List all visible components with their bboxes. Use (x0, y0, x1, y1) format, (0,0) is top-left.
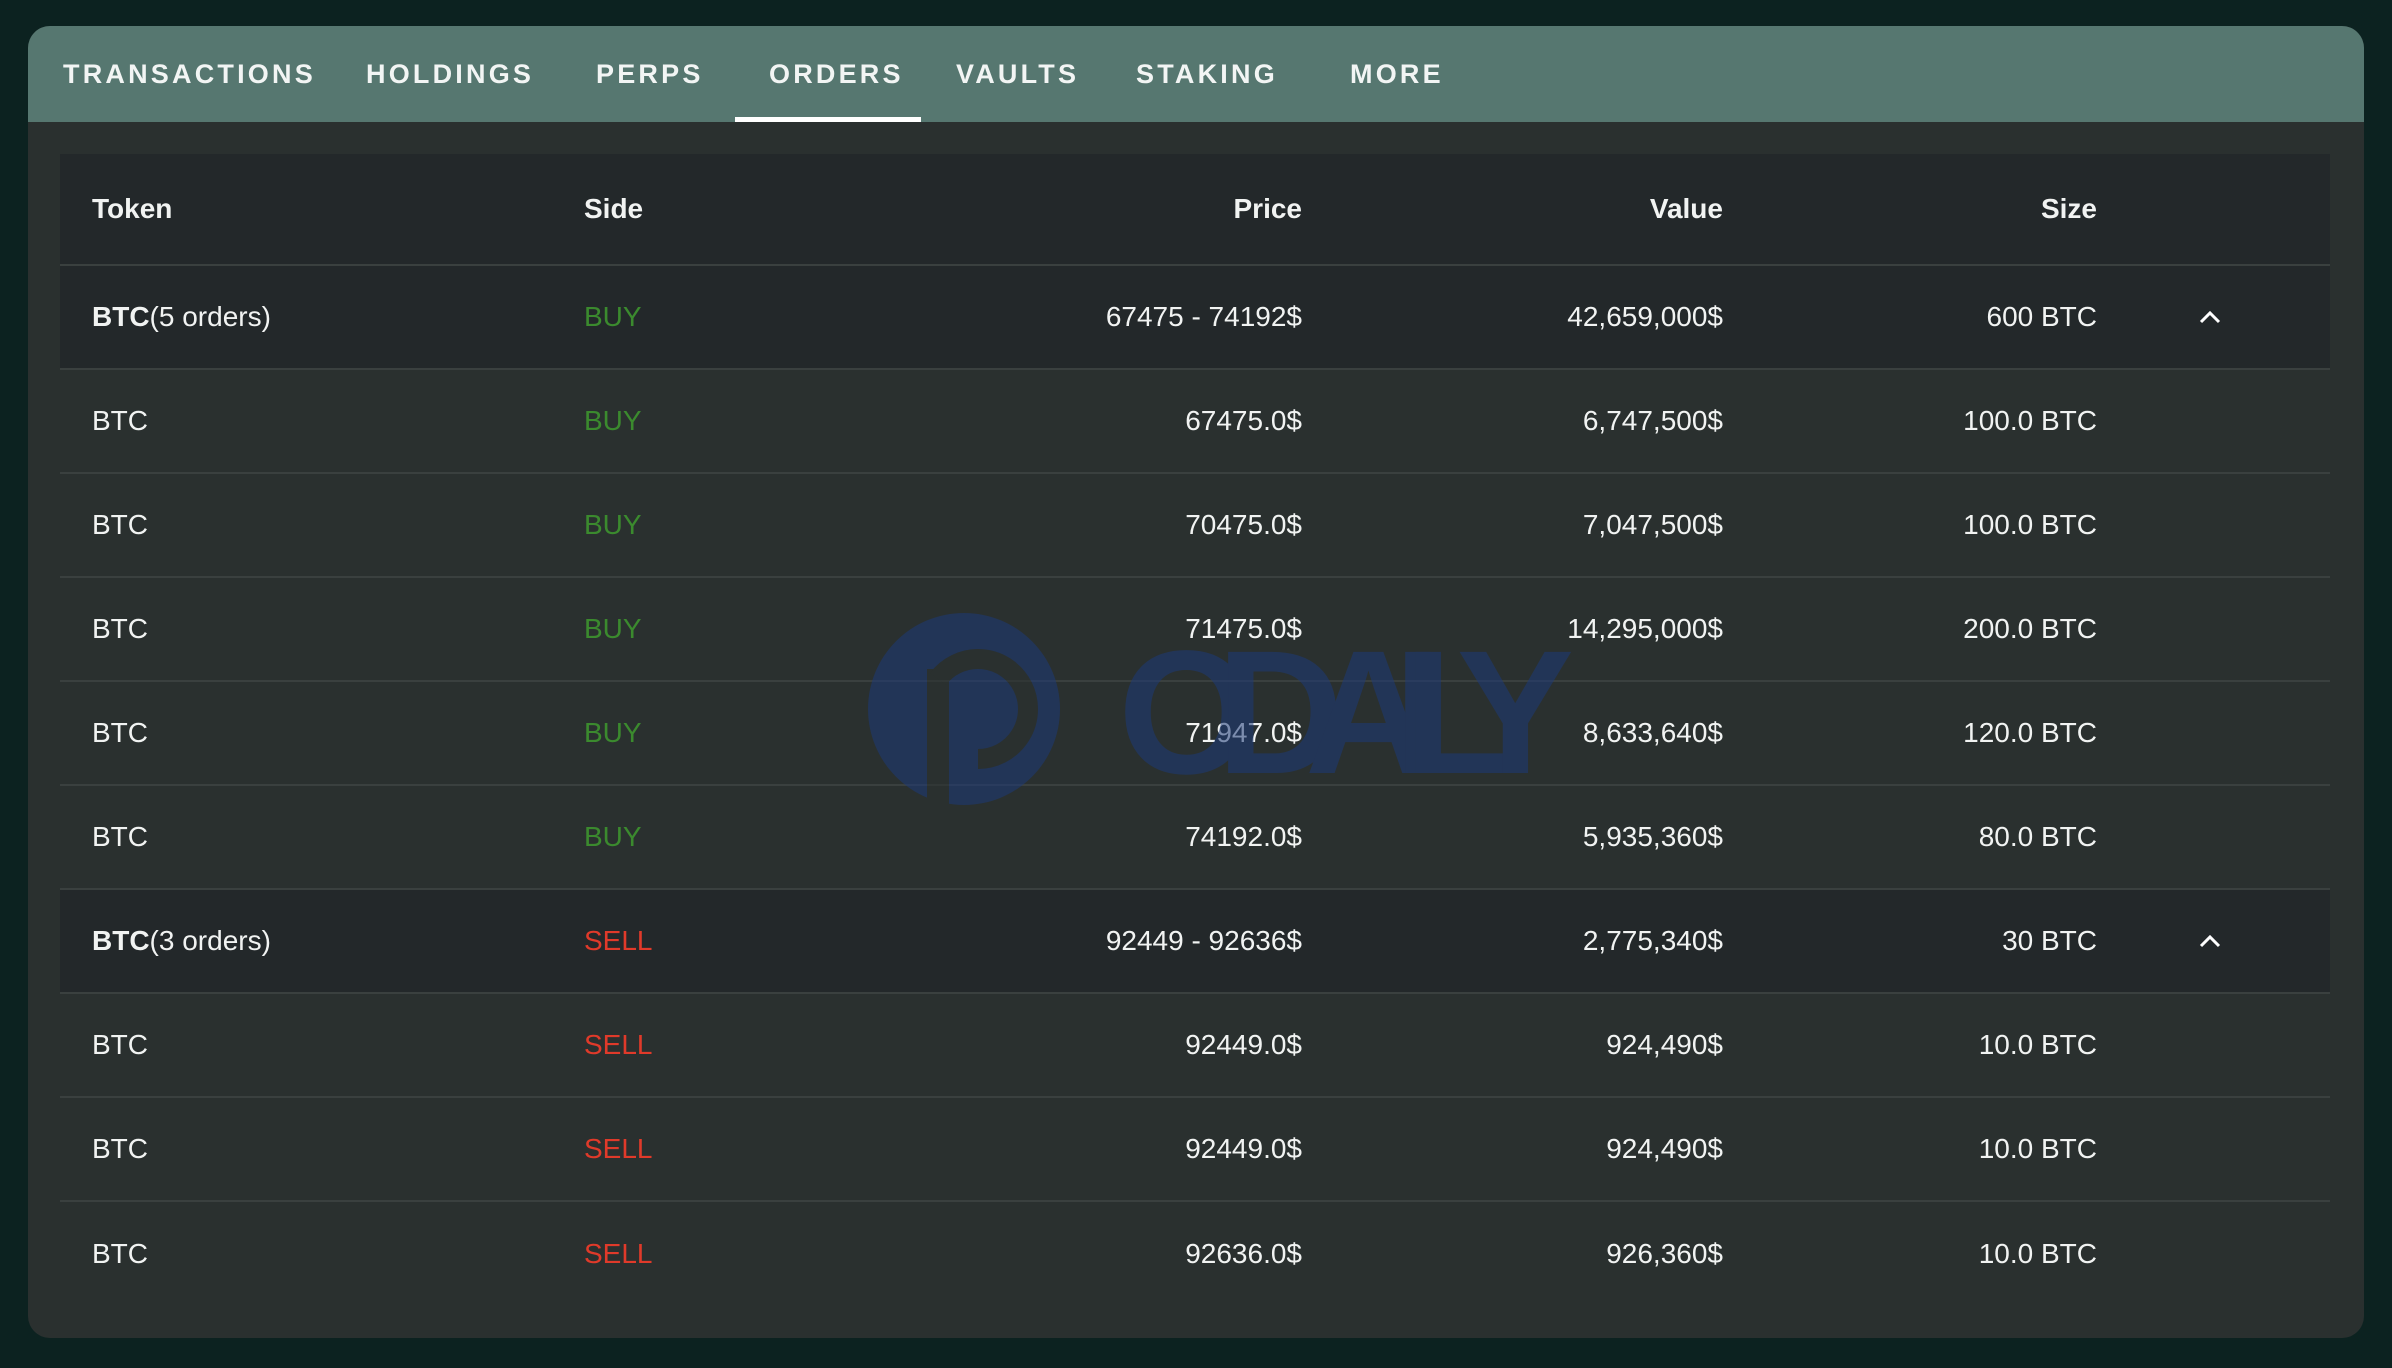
tab-orders[interactable]: ORDERS (769, 26, 904, 122)
order-token: BTC (92, 821, 148, 852)
tab-bar: TRANSACTIONS HOLDINGS PERPS ORDERS VAULT… (28, 26, 2364, 122)
group-value: 2,775,340$ (1582, 925, 1723, 956)
tab-holdings[interactable]: HOLDINGS (366, 26, 534, 122)
column-header-price: Price (1233, 193, 1303, 224)
order-side: SELL (584, 1133, 653, 1164)
group-token-symbol: BTC (92, 301, 150, 332)
tab-transactions[interactable]: TRANSACTIONS (63, 26, 316, 122)
order-price: 92449.0$ (1185, 1029, 1302, 1060)
active-tab-indicator (735, 117, 921, 122)
tab-more[interactable]: MORE (1350, 26, 1444, 122)
order-token: BTC (92, 717, 148, 748)
chevron-up-icon[interactable] (2190, 890, 2230, 992)
order-price: 71475.0$ (1185, 613, 1302, 644)
order-row: BTC SELL 92449.0$ 924,490$ 10.0 BTC (60, 1098, 2330, 1202)
tab-staking[interactable]: STAKING (1136, 26, 1278, 122)
column-header-token: Token (92, 193, 173, 224)
column-header-side: Side (584, 193, 644, 224)
order-value: 6,747,500$ (1582, 405, 1723, 436)
order-value: 924,490$ (1606, 1133, 1723, 1164)
order-value: 924,490$ (1606, 1029, 1723, 1060)
order-row: BTC SELL 92636.0$ 926,360$ 10.0 BTC (60, 1202, 2330, 1306)
order-size: 80.0 BTC (1978, 821, 2097, 852)
order-group-row[interactable]: BTC (3 orders) SELL 92449 - 92636$ 2,775,… (60, 890, 2330, 994)
order-token: BTC (92, 405, 148, 436)
order-price: 92449.0$ (1185, 1133, 1302, 1164)
group-order-count: (5 orders) (149, 301, 271, 332)
order-size: 10.0 BTC (1978, 1238, 2097, 1269)
order-value: 7,047,500$ (1582, 509, 1723, 540)
order-token: BTC (92, 509, 148, 540)
order-token: BTC (92, 613, 148, 644)
group-token: BTC (5 orders) (92, 266, 271, 368)
order-side: SELL (584, 1029, 653, 1060)
group-side: BUY (584, 301, 642, 332)
order-value: 926,360$ (1606, 1238, 1723, 1269)
order-value: 5,935,360$ (1582, 821, 1723, 852)
orders-panel: TRANSACTIONS HOLDINGS PERPS ORDERS VAULT… (28, 26, 2364, 1338)
group-size: 600 BTC (1986, 301, 2098, 332)
group-size: 30 BTC (2002, 925, 2097, 956)
order-price: 67475.0$ (1185, 405, 1302, 436)
group-value: 42,659,000$ (1567, 301, 1723, 332)
order-side: SELL (584, 1238, 653, 1269)
order-size: 100.0 BTC (1963, 509, 2097, 540)
order-token: BTC (92, 1133, 148, 1164)
order-size: 10.0 BTC (1978, 1133, 2097, 1164)
order-side: BUY (584, 821, 642, 852)
orders-table: Token Side Price Value Size BTC (5 orders… (60, 154, 2330, 1306)
order-side: BUY (584, 613, 642, 644)
order-row: BTC BUY 74192.0$ 5,935,360$ 80.0 BTC (60, 786, 2330, 890)
group-token-symbol: BTC (92, 925, 150, 956)
order-row: BTC BUY 71475.0$ 14,295,000$ 200.0 BTC (60, 578, 2330, 682)
order-side: BUY (584, 509, 642, 540)
group-token: BTC (3 orders) (92, 890, 271, 992)
order-token: BTC (92, 1238, 148, 1269)
order-price: 74192.0$ (1185, 821, 1302, 852)
order-value: 14,295,000$ (1567, 613, 1723, 644)
column-header-value: Value (1649, 193, 1723, 224)
group-price-range: 92449 - 92636$ (1105, 925, 1302, 956)
group-price-range: 67475 - 74192$ (1105, 301, 1302, 332)
order-token: BTC (92, 1029, 148, 1060)
order-row: BTC BUY 70475.0$ 7,047,500$ 100.0 BTC (60, 474, 2330, 578)
order-row: BTC BUY 67475.0$ 6,747,500$ 100.0 BTC (60, 370, 2330, 474)
order-row: BTC BUY 71947.0$ 8,633,640$ 120.0 BTC (60, 682, 2330, 786)
table-header: Token Side Price Value Size (60, 154, 2330, 266)
order-size: 10.0 BTC (1978, 1029, 2097, 1060)
order-price: 70475.0$ (1185, 509, 1302, 540)
order-side: BUY (584, 717, 642, 748)
group-order-count: (3 orders) (149, 925, 271, 956)
order-size: 200.0 BTC (1963, 613, 2097, 644)
order-size: 100.0 BTC (1963, 405, 2097, 436)
order-row: BTC SELL 92449.0$ 924,490$ 10.0 BTC (60, 994, 2330, 1098)
order-value: 8,633,640$ (1582, 717, 1723, 748)
column-header-size: Size (2040, 193, 2097, 224)
order-price: 92636.0$ (1185, 1238, 1302, 1269)
tab-perps[interactable]: PERPS (596, 26, 704, 122)
order-size: 120.0 BTC (1963, 717, 2097, 748)
group-side: SELL (584, 925, 653, 956)
order-side: BUY (584, 405, 642, 436)
order-price: 71947.0$ (1185, 717, 1302, 748)
order-group-row[interactable]: BTC (5 orders) BUY 67475 - 74192$ 42,659,… (60, 266, 2330, 370)
tab-vaults[interactable]: VAULTS (956, 26, 1079, 122)
chevron-up-icon[interactable] (2190, 266, 2230, 368)
